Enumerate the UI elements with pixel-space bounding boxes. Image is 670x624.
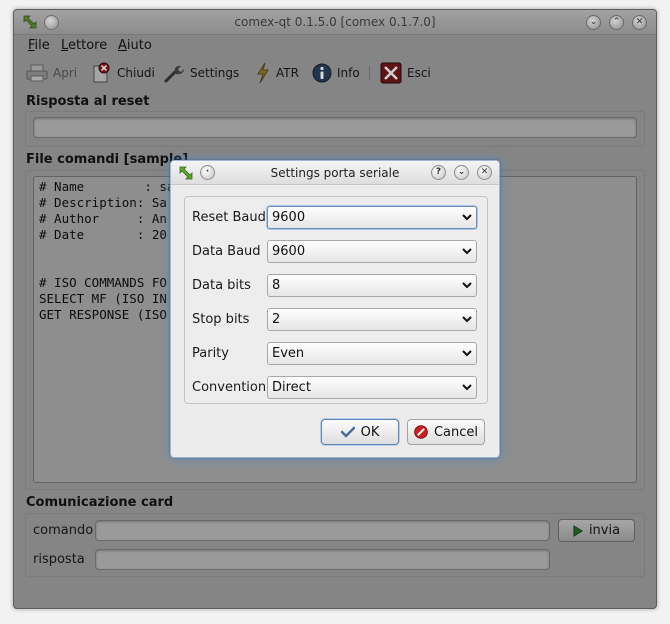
convention-select[interactable]: Direct: [267, 376, 477, 399]
title-bar[interactable]: comex-qt 0.1.5.0 [comex 0.1.7.0] ⌄ ⌃ ✕: [14, 10, 656, 35]
exit-icon: [380, 62, 402, 84]
play-icon: [573, 524, 583, 537]
chiudi-button[interactable]: Chiudi: [90, 62, 155, 84]
parity-select[interactable]: Even: [267, 342, 477, 365]
convention-label: Convention: [192, 380, 267, 395]
cancel-button[interactable]: Cancel: [407, 419, 485, 445]
chevron-down-icon: [458, 282, 476, 289]
close-button[interactable]: ✕: [632, 15, 647, 30]
comando-label: comando: [33, 523, 94, 538]
comando-input[interactable]: [95, 520, 550, 541]
reset-baud-label: Reset Baud: [192, 210, 266, 225]
chevron-down-icon: ⌄: [589, 17, 598, 27]
dialog-close-button[interactable]: ✕: [477, 165, 492, 180]
window-title: comex-qt 0.1.5.0 [comex 0.1.7.0]: [234, 15, 436, 29]
toolbar-separator: [369, 66, 370, 80]
close-icon: ✕: [480, 167, 489, 177]
reset-response-field[interactable]: [33, 117, 637, 138]
dialog-title-bar[interactable]: · Settings porta seriale ? ⌄ ✕: [171, 161, 499, 185]
dialog-minimize-button[interactable]: ⌄: [454, 165, 469, 180]
menu-bar: File Lettore Aiuto: [14, 36, 656, 56]
reset-baud-select[interactable]: 9600: [267, 206, 477, 229]
ok-button[interactable]: OK: [321, 419, 399, 445]
chevron-up-icon: ⌃: [612, 17, 621, 27]
chevron-down-icon: [458, 316, 476, 323]
help-button[interactable]: ?: [431, 165, 446, 180]
card-section-label: Comunicazione card: [26, 495, 174, 510]
chevron-down-icon: [458, 384, 476, 391]
risposta-label: risposta: [33, 552, 85, 567]
apri-button[interactable]: Apri: [26, 62, 77, 84]
checkmark-icon: [340, 426, 355, 438]
menu-file[interactable]: File: [28, 38, 50, 53]
risposta-field[interactable]: [95, 549, 550, 570]
chevron-down-icon: [458, 214, 476, 221]
toolbar: Apri Chiudi Settings ATR Info Esci: [14, 58, 656, 86]
maximize-button[interactable]: ⌃: [609, 15, 624, 30]
lightning-icon: [257, 62, 269, 84]
cancel-icon: [414, 425, 428, 439]
chevron-down-icon: [458, 248, 476, 255]
stop-bits-label: Stop bits: [192, 312, 250, 327]
data-bits-select[interactable]: 8: [267, 274, 477, 297]
data-baud-select[interactable]: 9600: [267, 240, 477, 263]
commands-section-label: File comandi [sample]: [26, 152, 189, 167]
esci-button[interactable]: Esci: [380, 62, 431, 84]
document-close-icon: [93, 62, 110, 83]
chevron-down-icon: [458, 350, 476, 357]
printer-icon: [26, 64, 48, 82]
settings-button[interactable]: Settings: [163, 62, 239, 84]
dialog-title: Settings porta seriale: [270, 166, 400, 180]
close-icon: ✕: [635, 17, 644, 27]
menu-lettore[interactable]: Lettore: [61, 38, 107, 53]
chevron-down-icon: ⌄: [457, 167, 466, 177]
reset-section-label: Risposta al reset: [26, 94, 150, 109]
parity-label: Parity: [192, 346, 229, 361]
data-baud-label: Data Baud: [192, 244, 261, 259]
settings-dialog: · Settings porta seriale ? ⌄ ✕ Reset Bau…: [170, 160, 500, 458]
invia-button[interactable]: invia: [558, 519, 635, 542]
wrench-icon: [164, 65, 184, 83]
data-bits-label: Data bits: [192, 278, 251, 293]
atr-button[interactable]: ATR: [255, 62, 299, 84]
question-icon: ?: [435, 167, 442, 177]
stop-bits-select[interactable]: 2: [267, 308, 477, 331]
info-button[interactable]: Info: [312, 62, 360, 84]
minimize-button[interactable]: ⌄: [586, 15, 601, 30]
info-icon: [312, 63, 332, 83]
menu-aiuto[interactable]: Aiuto: [118, 38, 152, 53]
